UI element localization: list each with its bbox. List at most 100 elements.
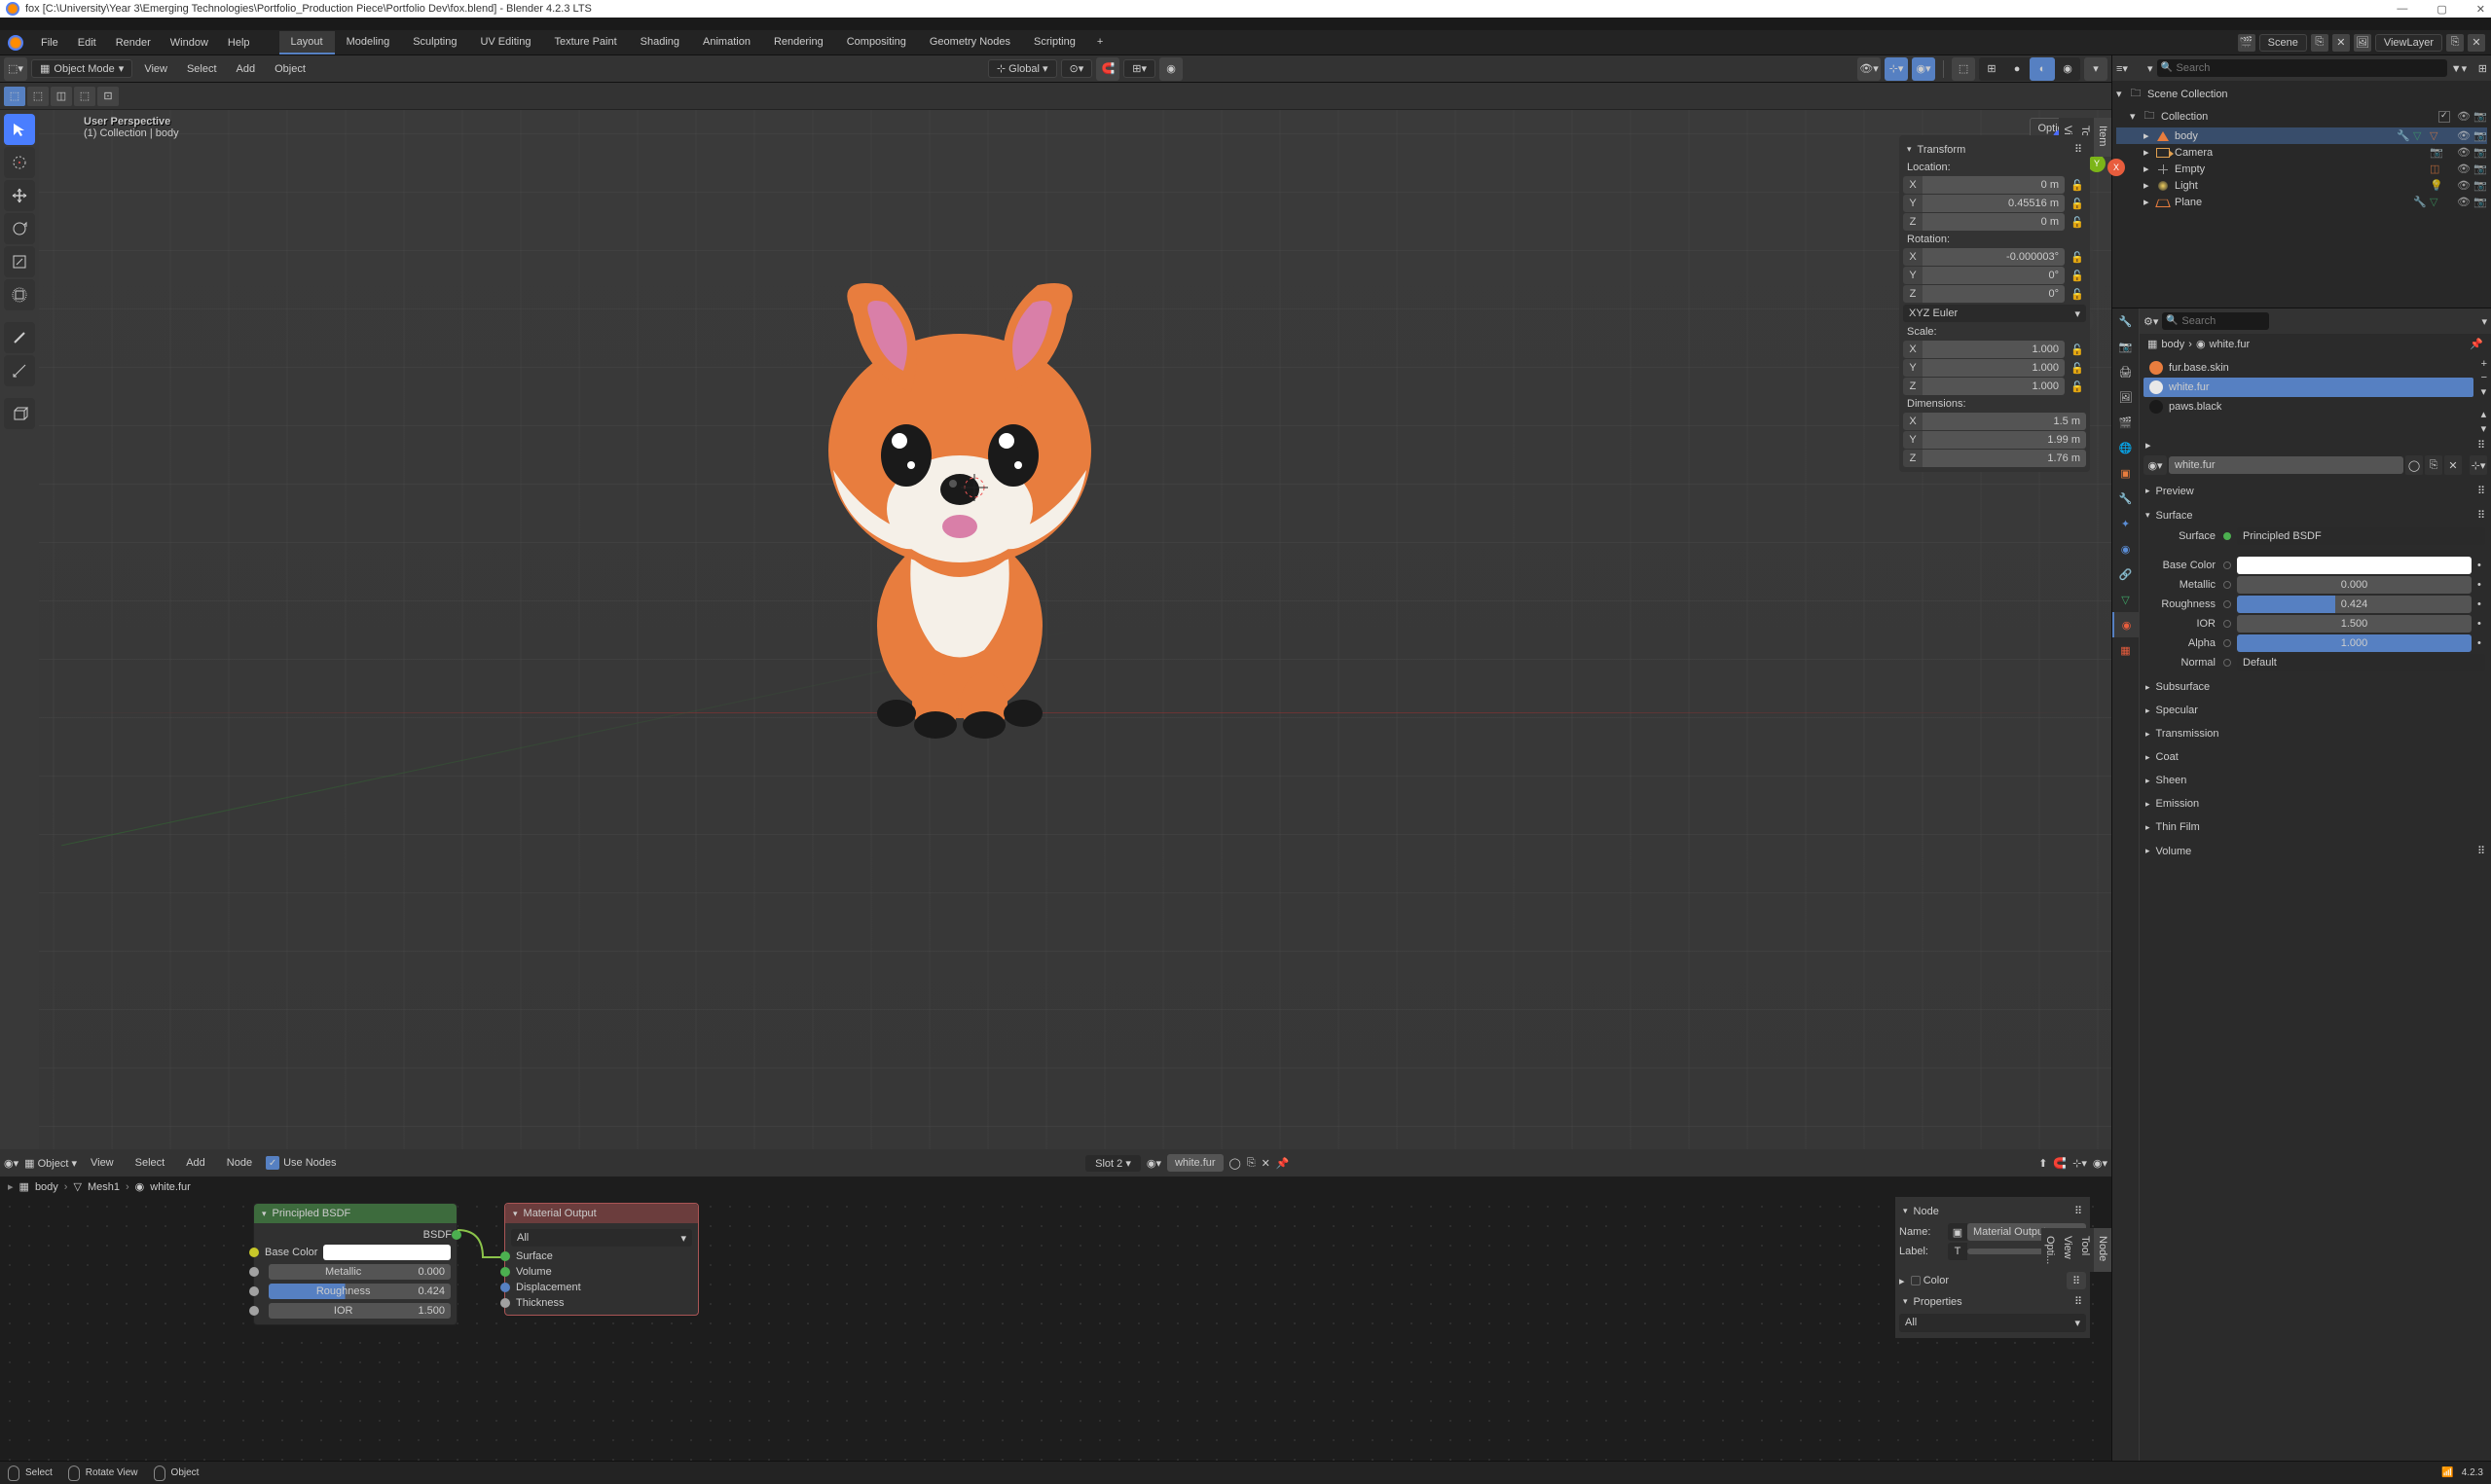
ptab-object[interactable]: ▣ — [2112, 460, 2139, 486]
color-preset-button[interactable]: ⠿ — [2067, 1272, 2086, 1289]
tool-scale[interactable] — [4, 246, 35, 277]
node-metallic[interactable]: Metallic 0.000 — [269, 1264, 451, 1280]
scene-field[interactable]: Scene — [2259, 34, 2307, 52]
scene-delete-button[interactable]: ✕ — [2332, 34, 2350, 52]
ptab-data[interactable]: ▽ — [2112, 587, 2139, 612]
ne-menu-add[interactable]: Add — [178, 1157, 213, 1169]
ne-tab-options[interactable]: Opti... — [2041, 1228, 2059, 1272]
ne-overlay-button[interactable]: ⊹▾ — [2072, 1157, 2087, 1170]
sheen-header[interactable]: Sheen — [2145, 771, 2485, 790]
ne-tab-tool[interactable]: Tool — [2076, 1228, 2094, 1272]
rot-x[interactable]: -0.000003° — [1923, 248, 2065, 266]
menu-help[interactable]: Help — [218, 37, 260, 49]
selection-mode-1[interactable]: ⬚ — [4, 87, 25, 106]
render-icon[interactable]: 📷 — [2473, 110, 2487, 123]
node-material-output[interactable]: Material Output All ▾ Surface Volume Dis… — [504, 1203, 699, 1316]
shading-wireframe[interactable]: ⊞ — [1979, 57, 2004, 81]
rot-y[interactable]: 0° — [1923, 267, 2065, 284]
transmission-header[interactable]: Transmission — [2145, 724, 2485, 743]
slot-add-button[interactable]: + — [2481, 358, 2487, 370]
np-node-header[interactable]: Node⠿ — [1899, 1201, 2086, 1221]
dim-z[interactable]: 1.76 m — [1923, 450, 2086, 467]
eye-icon[interactable]: 👁 — [2457, 163, 2471, 175]
ne-parent-button[interactable]: ⬆ — [2038, 1157, 2047, 1170]
slot-down-button[interactable]: ▾ — [2481, 422, 2487, 435]
ne-preview-button[interactable]: ◉▾ — [2093, 1157, 2107, 1170]
proportional-button[interactable]: ◉ — [1159, 57, 1183, 81]
ne-snap-button[interactable]: 🧲 — [2053, 1157, 2067, 1170]
outliner-item-light[interactable]: ▸Light 💡👁📷 — [2116, 177, 2487, 194]
render-icon[interactable]: 📷 — [2473, 146, 2487, 159]
tool-select-box[interactable] — [4, 114, 35, 145]
viewlayer-field[interactable]: ViewLayer — [2375, 34, 2442, 52]
maximize-button[interactable]: ▢ — [2436, 3, 2446, 16]
viewlayer-new-button[interactable]: ⎘ — [2446, 34, 2464, 52]
outliner-item-camera[interactable]: ▸Camera 📷👁📷 — [2116, 144, 2487, 161]
surface-shader-select[interactable]: Principled BSDF — [2237, 527, 2485, 545]
normal-field[interactable]: Default — [2237, 654, 2485, 671]
mesh-icon[interactable]: ▽ — [2413, 129, 2427, 142]
mat-browse-button[interactable]: ◉▾ — [2143, 455, 2167, 475]
mat-pin2-button[interactable]: 📌 — [1276, 1157, 1290, 1170]
ptab-constraints[interactable]: 🔗 — [2112, 561, 2139, 587]
output-target[interactable]: All ▾ — [511, 1229, 692, 1247]
bc-mesh[interactable]: Mesh1 — [88, 1181, 120, 1193]
rotation-mode-select[interactable]: XYZ Euler ▾ — [1903, 305, 2086, 322]
subsurface-header[interactable]: Subsurface — [2145, 677, 2485, 697]
node-roughness[interactable]: Roughness 0.424 — [269, 1284, 451, 1299]
roughness-field[interactable]: 0.424 — [2237, 596, 2472, 613]
tool-add-cube[interactable] — [4, 398, 35, 429]
outliner-search[interactable]: Search — [2157, 59, 2447, 77]
alpha-field[interactable]: 1.000 — [2237, 634, 2472, 652]
render-icon[interactable]: 📷 — [2473, 163, 2487, 175]
specular-header[interactable]: Specular — [2145, 701, 2485, 720]
outliner-item-empty[interactable]: ▸Empty ◫👁📷 — [2116, 161, 2487, 177]
menu-file[interactable]: File — [31, 37, 68, 49]
slot-select[interactable]: Slot 2 ▾ — [1085, 1155, 1141, 1172]
outliner-tree[interactable]: ▾🗀Scene Collection ▾🗀Collection 👁📷 ▸body… — [2112, 81, 2491, 308]
workspace-geonodes[interactable]: Geometry Nodes — [918, 31, 1022, 54]
lock-icon[interactable]: 🔓 — [2069, 380, 2086, 393]
orientation-select[interactable]: ⊹ Global ▾ — [988, 59, 1057, 78]
lock-icon[interactable]: 🔓 — [2069, 362, 2086, 375]
menu-render[interactable]: Render — [106, 37, 161, 49]
properties-search[interactable]: Search — [2162, 312, 2269, 330]
ptab-scene[interactable]: 🎬 — [2112, 410, 2139, 435]
xray-button[interactable]: ⬚ — [1952, 57, 1975, 81]
slot-menu-button[interactable]: ▾ — [2481, 385, 2487, 398]
metallic-field[interactable]: 0.000 — [2237, 576, 2472, 594]
ne-menu-select[interactable]: Select — [128, 1157, 173, 1169]
coat-header[interactable]: Coat — [2145, 747, 2485, 767]
outliner-collection[interactable]: ▾🗀Collection 👁📷 — [2116, 105, 2487, 127]
ptab-tool[interactable]: 🔧 — [2112, 308, 2139, 334]
material-icon[interactable]: ▽ — [2430, 129, 2443, 142]
eye-icon[interactable]: 👁 — [2457, 129, 2471, 142]
base-color-field[interactable] — [2237, 557, 2472, 574]
pin-button[interactable]: 📌 — [2470, 338, 2483, 350]
vp-menu-select[interactable]: Select — [179, 63, 225, 75]
node-base-color[interactable] — [323, 1245, 451, 1260]
mesh-icon[interactable]: ▽ — [2430, 196, 2443, 208]
ptab-physics[interactable]: ◉ — [2112, 536, 2139, 561]
volume-header[interactable]: Volume⠿ — [2145, 841, 2485, 861]
np-color-header[interactable]: ▸ Color⠿ — [1899, 1272, 2086, 1289]
lock-icon[interactable]: 🔓 — [2069, 288, 2086, 301]
tool-cursor[interactable] — [4, 147, 35, 178]
viewlayer-browse-button[interactable]: 🖼 — [2354, 34, 2371, 52]
ior-field[interactable]: 1.500 — [2237, 615, 2472, 633]
mode-select[interactable]: ▦ Object Mode ▾ — [31, 59, 132, 78]
loc-y[interactable]: 0.45516 m — [1923, 195, 2065, 212]
outliner-item-plane[interactable]: ▸Plane 🔧▽👁📷 — [2116, 194, 2487, 210]
snap-button[interactable]: 🧲 — [1096, 57, 1119, 81]
ptab-viewlayer[interactable]: 🖼 — [2112, 384, 2139, 410]
modifier-icon[interactable]: 🔧 — [2413, 196, 2427, 208]
dim-y[interactable]: 1.99 m — [1923, 431, 2086, 449]
ptab-world[interactable]: 🌐 — [2112, 435, 2139, 460]
mat-fake-user[interactable]: ◯ — [2405, 455, 2423, 475]
workspace-layout[interactable]: Layout — [279, 31, 335, 54]
ne-tab-view[interactable]: View — [2059, 1228, 2076, 1272]
workspace-compositing[interactable]: Compositing — [835, 31, 918, 54]
transform-header[interactable]: Transform⠿ — [1903, 139, 2086, 160]
node-principled-bsdf[interactable]: Principled BSDF BSDF Base Color Metallic… — [253, 1203, 458, 1325]
shading-solid[interactable]: ● — [2004, 57, 2030, 81]
